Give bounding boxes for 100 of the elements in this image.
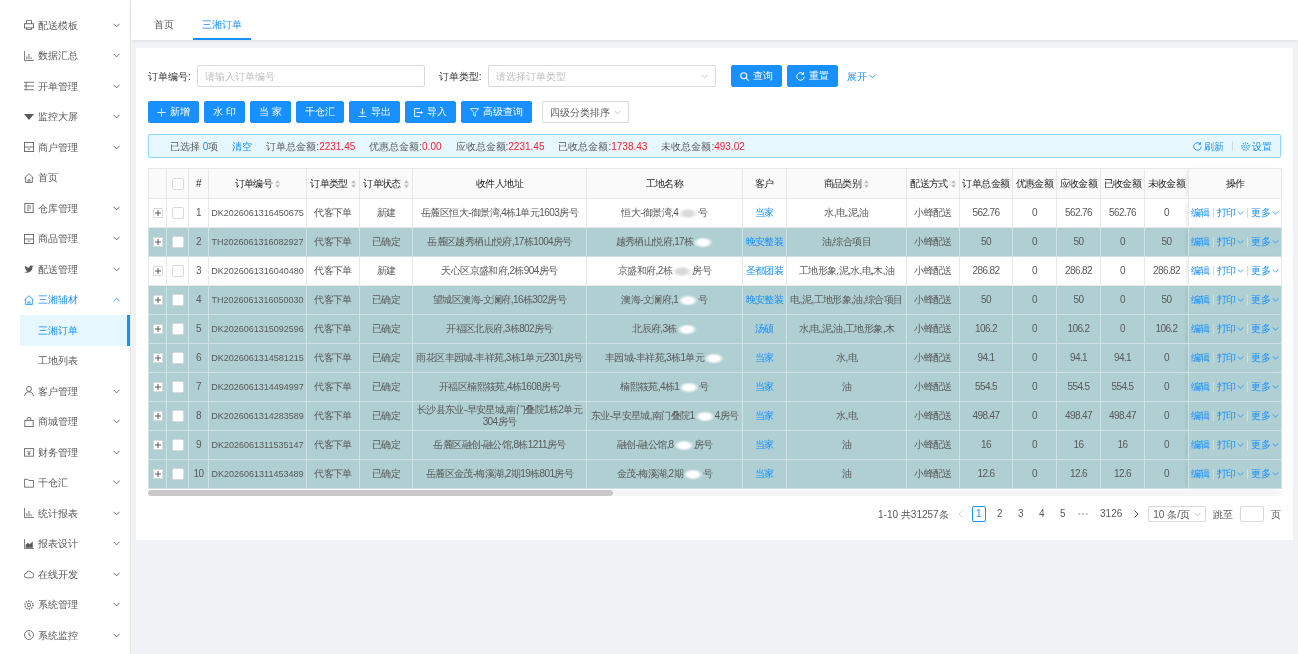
page-size-select[interactable]: 10 条/页 — [1148, 506, 1206, 522]
sidebar-item[interactable]: 千仓汇 — [0, 467, 130, 498]
action-link[interactable]: 编辑 — [1190, 468, 1210, 480]
dropdown-link[interactable]: 更多 — [1251, 323, 1280, 335]
expand-link[interactable]: 展开 — [846, 68, 876, 84]
sidebar-item[interactable]: 报表设计 — [0, 528, 130, 559]
scrollbar-thumb[interactable] — [148, 490, 613, 496]
export-button[interactable]: 导出 — [348, 101, 400, 123]
action-link[interactable]: 编辑 — [1190, 207, 1210, 219]
row-checkbox[interactable] — [171, 294, 184, 307]
sidebar-item[interactable]: 商户管理 — [0, 132, 130, 163]
row-checkbox[interactable] — [171, 439, 184, 452]
expand-row-button[interactable] — [152, 411, 163, 422]
action-link[interactable]: 编辑 — [1190, 236, 1210, 248]
expand-row-button[interactable] — [152, 208, 163, 219]
column-header[interactable]: 订单编号 — [208, 168, 307, 199]
advanced-search-button[interactable]: 高级查询 — [460, 101, 532, 123]
page-button[interactable]: 2 — [992, 506, 1007, 522]
action-link[interactable]: 编辑 — [1190, 294, 1210, 306]
expand-row-button[interactable] — [152, 266, 163, 277]
column-header[interactable]: 配送方式 — [906, 168, 960, 199]
dropdown-link[interactable]: 打印 — [1216, 410, 1245, 422]
sidebar-item[interactable]: 开单管理 — [0, 71, 130, 102]
dropdown-link[interactable]: 更多 — [1251, 381, 1280, 393]
toolbar-button[interactable]: 当 家 — [249, 101, 291, 123]
sidebar-item[interactable]: 三湘辅材 — [0, 284, 130, 315]
dropdown-link[interactable]: 更多 — [1251, 352, 1280, 364]
dropdown-link[interactable]: 更多 — [1251, 468, 1280, 480]
add-button[interactable]: 新增 — [148, 101, 199, 123]
row-checkbox[interactable] — [171, 381, 184, 394]
page-ellipsis[interactable]: ••• — [1076, 506, 1091, 522]
page-tab[interactable]: 三湘订单 — [193, 10, 251, 40]
customer-link[interactable]: 当家 — [755, 439, 774, 451]
column-header[interactable]: 订单类型 — [306, 168, 360, 199]
page-button[interactable]: 1 — [971, 506, 986, 522]
row-checkbox[interactable] — [171, 265, 184, 278]
dropdown-link[interactable]: 打印 — [1216, 294, 1245, 306]
sidebar-subitem[interactable]: 工地列表 — [20, 345, 130, 376]
expand-row-button[interactable] — [152, 353, 163, 364]
sidebar-item[interactable]: 财务管理 — [0, 437, 130, 468]
page-button[interactable]: 3 — [1013, 506, 1028, 522]
dropdown-link[interactable]: 打印 — [1216, 381, 1245, 393]
sidebar-item[interactable]: 首页 — [0, 162, 130, 193]
sidebar-item[interactable]: 商品管理 — [0, 223, 130, 254]
customer-link[interactable]: 当家 — [755, 381, 774, 393]
dropdown-link[interactable]: 更多 — [1251, 236, 1280, 248]
settings-link[interactable]: 设置 — [1241, 138, 1272, 154]
action-link[interactable]: 编辑 — [1190, 381, 1210, 393]
action-link[interactable]: 编辑 — [1190, 410, 1210, 422]
sidebar-item[interactable]: 配送管理 — [0, 254, 130, 285]
sidebar-subitem[interactable]: 三湘订单 — [20, 315, 130, 346]
row-checkbox[interactable] — [171, 410, 184, 423]
select-all-checkbox[interactable] — [171, 177, 184, 190]
row-checkbox[interactable] — [171, 323, 184, 336]
dropdown-link[interactable]: 更多 — [1251, 439, 1280, 451]
column-header[interactable]: 商品类别 — [786, 168, 907, 199]
dropdown-link[interactable]: 打印 — [1216, 352, 1245, 364]
dropdown-link[interactable]: 更多 — [1251, 294, 1280, 306]
sidebar-item[interactable]: 在线开发 — [0, 559, 130, 590]
dropdown-link[interactable]: 打印 — [1216, 207, 1245, 219]
sort-select[interactable]: 四级分类排序 — [541, 101, 629, 123]
action-link[interactable]: 编辑 — [1190, 352, 1210, 364]
row-checkbox[interactable] — [171, 236, 184, 249]
page-button[interactable]: 3126 — [1097, 506, 1126, 522]
page-button[interactable]: 4 — [1034, 506, 1049, 522]
expand-row-button[interactable] — [152, 237, 163, 248]
expand-row-button[interactable] — [152, 469, 163, 480]
clear-link[interactable]: 清空 — [232, 138, 253, 154]
page-jump-input[interactable] — [1240, 506, 1264, 522]
row-checkbox[interactable] — [171, 207, 184, 220]
column-header[interactable]: 订单状态 — [359, 168, 413, 199]
page-tab[interactable]: 首页 — [145, 10, 183, 40]
action-link[interactable]: 编辑 — [1190, 439, 1210, 451]
dropdown-link[interactable]: 更多 — [1251, 410, 1280, 422]
sidebar-item[interactable]: 监控大屏 — [0, 101, 130, 132]
dropdown-link[interactable]: 打印 — [1216, 265, 1245, 277]
action-link[interactable]: 编辑 — [1190, 265, 1210, 277]
reset-button[interactable]: 重置 — [786, 65, 838, 87]
search-button[interactable]: 查询 — [730, 65, 782, 87]
toolbar-button[interactable]: 水 印 — [204, 101, 245, 123]
dropdown-link[interactable]: 打印 — [1216, 323, 1245, 335]
expand-row-button[interactable] — [152, 295, 163, 306]
sidebar-item[interactable]: 配送模板 — [0, 10, 130, 41]
dropdown-link[interactable]: 打印 — [1216, 468, 1245, 480]
expand-row-button[interactable] — [152, 382, 163, 393]
dropdown-link[interactable]: 打印 — [1216, 439, 1245, 451]
page-button[interactable]: 5 — [1055, 506, 1070, 522]
row-checkbox[interactable] — [171, 468, 184, 481]
sidebar-item[interactable]: 客户管理 — [0, 376, 130, 407]
sidebar-item[interactable]: 统计报表 — [0, 498, 130, 529]
customer-link[interactable]: 当家 — [755, 207, 774, 219]
sidebar-item[interactable]: 数据汇总 — [0, 40, 130, 71]
sidebar-item[interactable]: 商城管理 — [0, 406, 130, 437]
expand-row-button[interactable] — [152, 440, 163, 451]
import-button[interactable]: 导入 — [404, 101, 456, 123]
action-link[interactable]: 编辑 — [1190, 323, 1210, 335]
customer-link[interactable]: 当家 — [755, 468, 774, 480]
customer-link[interactable]: 当家 — [755, 352, 774, 364]
expand-row-button[interactable] — [152, 324, 163, 335]
dropdown-link[interactable]: 更多 — [1251, 207, 1280, 219]
